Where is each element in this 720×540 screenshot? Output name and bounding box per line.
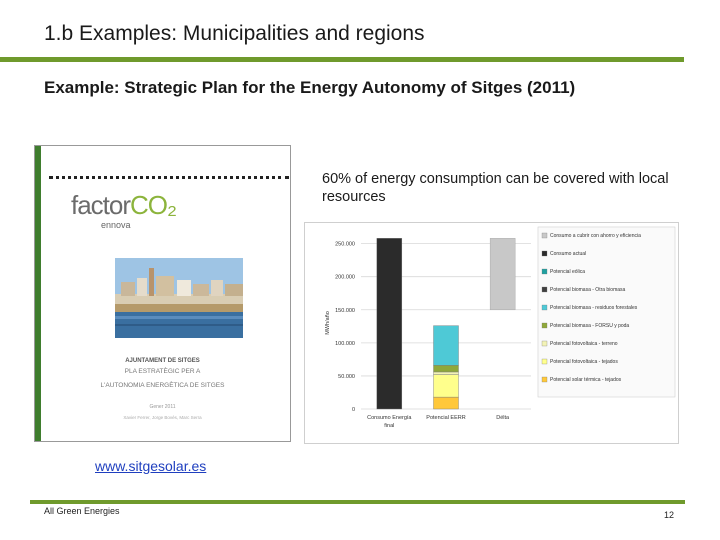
slide-title: 1.b Examples: Municipalities and regions <box>44 22 425 45</box>
cover-heading-autonomy: L'AUTONOMIA ENERGÈTICA DE SITGES <box>100 382 225 389</box>
page-number: 12 <box>664 510 675 520</box>
callout-text: 60% of energy consumption can be covered… <box>322 171 669 205</box>
y-tick-label: 100.000 <box>335 341 355 347</box>
x-tick-label: Potencial EERR <box>426 415 465 421</box>
footer-company: All Green Energies <box>44 506 120 516</box>
legend-swatch <box>541 250 548 257</box>
legend-label: Potencial fotovoltaica - terreno <box>550 341 618 347</box>
website-link[interactable]: www.sitgesolar.es <box>95 458 206 474</box>
legend-label: Consumo a cubrir con ahorro y eficiencia <box>550 233 641 239</box>
cover-stripe <box>35 146 41 441</box>
cover-sublogo: ennova <box>101 220 131 230</box>
logo-factor-text: factor <box>71 190 131 220</box>
bar-segment <box>433 396 459 410</box>
legend-swatch <box>541 358 548 365</box>
legend-label: Potencial biomasa - residuos forestales <box>550 305 638 311</box>
legend-swatch <box>541 376 548 383</box>
bar-segment <box>433 325 459 366</box>
x-tick-label: Délta <box>496 415 510 421</box>
energy-chart: 0 50.000 100.000 150.000 200.000 250.000 MWh/a… <box>304 222 679 444</box>
report-cover: factorCO₂ ennova AJUNTAMENT DE SITGES PL… <box>34 145 291 442</box>
legend-swatch <box>541 304 548 311</box>
bar-segment <box>433 374 459 398</box>
y-axis-label: MWh/año <box>325 311 331 335</box>
bar-segment <box>433 371 459 375</box>
y-tick-label: 0 <box>352 407 355 413</box>
bar-delta <box>489 238 516 311</box>
legend-label: Potencial solar térmica - tejados <box>550 377 622 383</box>
y-tick-label: 50.000 <box>338 374 355 380</box>
legend-swatch <box>541 268 548 275</box>
cover-dotted-line <box>49 176 289 179</box>
bar-segment <box>376 238 403 410</box>
bar-segment <box>433 365 459 373</box>
legend-swatch <box>541 286 548 293</box>
legend-swatch <box>541 232 548 239</box>
legend-label: Potencial fotovoltaica - tejados <box>550 359 618 365</box>
logo-co2-text: CO₂ <box>130 190 177 220</box>
energy-chart-svg: 0 50.000 100.000 150.000 200.000 250.000 MWh/a… <box>325 226 676 429</box>
cover-heading-council: AJUNTAMENT DE SITGES <box>125 358 200 364</box>
cover-town-photo <box>115 258 243 338</box>
cover-heading-plan: PLA ESTRATÈGIC PER A <box>124 368 201 375</box>
x-tick-label: Consumo Energía <box>367 415 412 421</box>
y-tick-label: 250.000 <box>335 242 355 248</box>
legend-swatch <box>541 340 548 347</box>
y-tick-label: 150.000 <box>335 308 355 314</box>
slide-subtitle: Example: Strategic Plan for the Energy A… <box>44 78 576 97</box>
legend-label: Consumo actual <box>550 251 586 257</box>
legend-label: Potencial eólica <box>550 269 585 275</box>
title-divider <box>0 57 684 62</box>
legend-label: Potencial biomasa - Otra biomasa <box>550 287 626 293</box>
cover-date: Gener 2011 <box>149 404 176 410</box>
legend-label: Potencial biomasa - FORSU y poda <box>550 323 629 329</box>
legend-swatch <box>541 322 548 329</box>
footer-divider <box>30 500 685 504</box>
cover-logo: factorCO₂ <box>71 190 177 221</box>
cover-authors: Xavier Ferrer, Jorge Bovés, Marc Serra <box>123 415 202 420</box>
x-tick-label-line2: final <box>384 423 394 429</box>
y-tick-label: 200.000 <box>335 275 355 281</box>
